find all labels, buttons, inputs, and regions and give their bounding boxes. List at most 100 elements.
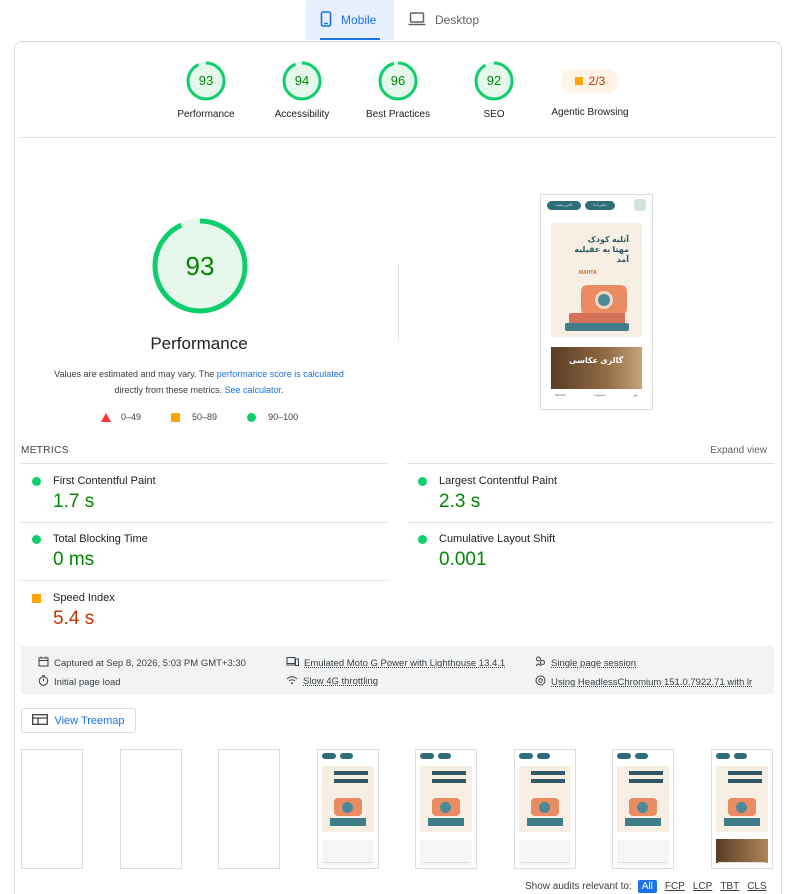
- see-calculator-link[interactable]: See calculator: [224, 385, 281, 395]
- pass-circle-icon: [418, 534, 427, 544]
- screenshot-hero-image: آتلیه کودک مهتا به عقیلیه آمد MAHTA: [551, 223, 642, 337]
- metric-value: 0.001: [439, 549, 487, 570]
- score-legend: 0–49 50–89 90–100: [101, 412, 328, 422]
- accessibility-gauge: 94: [282, 61, 322, 101]
- hero-brand: MAHTA: [579, 270, 597, 276]
- legend-pass-range: 90–100: [268, 412, 299, 422]
- category-performance[interactable]: 93 Performance: [156, 61, 256, 120]
- metric-value: 0 ms: [53, 549, 95, 570]
- metric-fcp: First Contentful Paint 1.7 s: [21, 475, 387, 513]
- performance-big-gauge: 93: [152, 218, 248, 314]
- metric-divider: [407, 463, 774, 464]
- metric-tbt: Total Blocking Time 0 ms: [21, 533, 387, 571]
- agentic-browsing-score: 2/3: [588, 74, 606, 88]
- legend-pass: 90–100: [247, 412, 298, 422]
- screenshot-button-2: ﺗﻤﺎس ﺑﺎ ﻣﺎ: [585, 200, 615, 210]
- legend-average-range: 50–89: [192, 412, 218, 422]
- screenshot-logo: [634, 199, 646, 211]
- metric-label: Speed Index: [53, 592, 115, 604]
- metric-divider: [21, 522, 387, 523]
- view-treemap-label: View Treemap: [54, 714, 125, 727]
- metric-lcp: Largest Contentful Paint 2.3 s: [407, 475, 773, 513]
- tab-desktop[interactable]: Desktop: [394, 0, 493, 40]
- filter-all[interactable]: All: [637, 880, 657, 893]
- legend-fail: 0–49: [101, 412, 141, 422]
- fail-triangle-icon: [101, 412, 111, 422]
- category-best-practices[interactable]: 96 Best Practices: [348, 61, 448, 120]
- audit-filter: Show audits relevant to: All FCP LCP TBT…: [525, 880, 767, 893]
- laptop-icon: [408, 11, 426, 29]
- metric-value: 2.3 s: [439, 491, 481, 512]
- performance-gauge: 93: [186, 61, 226, 101]
- category-seo[interactable]: 92 SEO: [444, 61, 544, 120]
- seo-gauge: 92: [474, 61, 514, 101]
- filmstrip-frame: [710, 749, 773, 869]
- treemap-icon: [32, 713, 49, 728]
- audit-filter-label: Show audits relevant to:: [525, 881, 632, 892]
- emulated-device: Emulated Moto G Power with Lighthouse 13…: [286, 656, 505, 670]
- pass-circle-icon: [247, 412, 257, 422]
- filmstrip-frame: [612, 749, 674, 869]
- filter-tbt[interactable]: TBT: [720, 881, 739, 892]
- category-agentic-browsing[interactable]: 2/3 Agentic Browsing: [540, 61, 640, 118]
- average-square-icon: [171, 412, 181, 422]
- filter-fcp[interactable]: FCP: [665, 881, 685, 892]
- metric-speed-index: Speed Index 5.4 s: [21, 592, 387, 630]
- session: Single page session: [535, 656, 636, 670]
- final-screenshot[interactable]: ﺑﺎﻻﺗﺮﯾﻦ ﻗﯿﻤﺖ ﺗﻤﺎس ﺑﺎ ﻣﺎ آتلیه کودک مهتا …: [540, 194, 653, 410]
- captured-text: Captured at Sep 8, 2026, 5:03 PM GMT+3:3…: [54, 657, 246, 669]
- captured-at: Captured at Sep 8, 2026, 5:03 PM GMT+3:3…: [38, 656, 246, 670]
- vertical-divider: [398, 264, 399, 340]
- screenshot-button-1: ﺑﺎﻻﺗﺮﯾﻦ ﻗﯿﻤﺖ: [547, 200, 581, 210]
- screenshot-bottom-nav: MAHTA ﻣﺤﺼﻮﻻت ﻣﻨﻮ: [541, 393, 652, 397]
- view-treemap-button[interactable]: View Treemap: [21, 708, 136, 733]
- desc-text-3: .: [281, 385, 284, 395]
- filmstrip-frame: [513, 749, 576, 869]
- nav-item: MAHTA: [555, 393, 566, 397]
- performance-score-link[interactable]: performance score is calculated: [217, 369, 344, 379]
- nav-item: ﻣﺤﺼﻮﻻت: [593, 393, 606, 397]
- metric-value: 5.4 s: [53, 608, 95, 629]
- metric-label: First Contentful Paint: [53, 475, 156, 487]
- metric-label: Largest Contentful Paint: [439, 475, 558, 487]
- chrome-icon: [535, 675, 546, 689]
- tab-mobile-label: Mobile: [341, 13, 377, 27]
- phone-icon: [320, 10, 332, 30]
- wifi-icon: [286, 675, 298, 688]
- legend-fail-range: 0–49: [121, 412, 142, 422]
- metric-label: Total Blocking Time: [53, 533, 148, 545]
- emulated-device-text[interactable]: Emulated Moto G Power with Lighthouse 13…: [304, 658, 505, 669]
- metric-label: Cumulative Layout Shift: [439, 533, 556, 545]
- pass-circle-icon: [418, 476, 427, 486]
- filter-cls[interactable]: CLS: [747, 881, 766, 892]
- filter-lcp[interactable]: LCP: [693, 881, 712, 892]
- hero-title: آتلیه کودک مهتا به عقیلیه آمد: [574, 235, 629, 264]
- screenshot-gallery-image: گالری عکاسی: [551, 347, 642, 389]
- metric-divider: [21, 463, 387, 464]
- metric-divider: [407, 522, 774, 523]
- expand-view-toggle[interactable]: Expand view: [710, 445, 767, 456]
- initial-load: Initial page load: [38, 675, 121, 689]
- browser-version-text[interactable]: Using HeadlessChromium 151.0.7922.71 wit…: [551, 677, 752, 688]
- desc-text-2: directly from these metrics.: [114, 385, 225, 395]
- divider: [21, 137, 775, 138]
- pass-circle-icon: [32, 476, 41, 486]
- legend-average: 50–89: [171, 412, 217, 422]
- device-tabs: Mobile Desktop: [306, 0, 493, 40]
- pass-circle-icon: [32, 534, 41, 544]
- camera-lens: [595, 291, 613, 309]
- devices-icon: [286, 656, 299, 670]
- filmstrip-frame: [21, 749, 83, 869]
- tab-mobile[interactable]: Mobile: [306, 0, 394, 40]
- throttling-text[interactable]: Slow 4G throttling: [303, 676, 378, 687]
- initial-load-text: Initial page load: [54, 676, 121, 688]
- calendar-icon: [38, 656, 49, 670]
- session-text[interactable]: Single page session: [551, 658, 636, 669]
- filmstrip-frame: [415, 749, 477, 869]
- metric-divider: [21, 580, 387, 581]
- category-accessibility[interactable]: 94 Accessibility: [252, 61, 352, 120]
- metric-value: 1.7 s: [53, 491, 95, 512]
- browser-version: Using HeadlessChromium 151.0.7922.71 wit…: [535, 675, 752, 689]
- performance-big-score: 93: [185, 251, 215, 281]
- accessibility-score: 94: [294, 73, 310, 88]
